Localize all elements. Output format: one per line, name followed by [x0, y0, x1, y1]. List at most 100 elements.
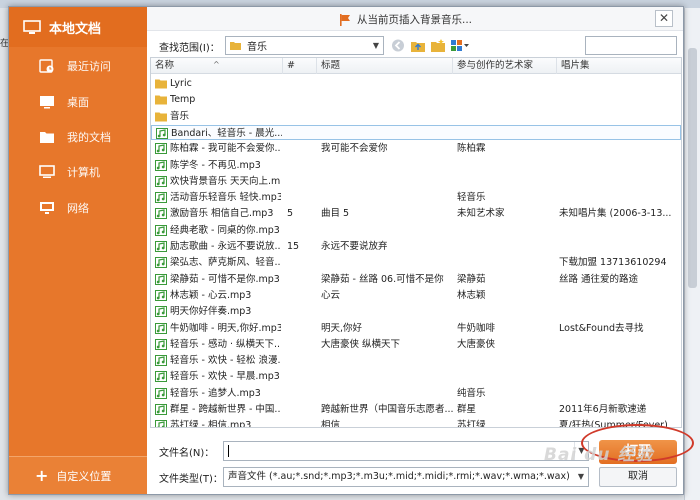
audio-file-icon — [155, 224, 167, 236]
cell-name: Bandari、轻音乐 - 晨光... — [156, 126, 282, 141]
folder-icon — [155, 78, 167, 89]
cell-name: 梁静茹 - 可惜不是你.mp3 — [155, 272, 281, 287]
flag-icon — [340, 13, 350, 26]
file-name: 轻音乐 - 欢快 - 轻松 浪漫... — [170, 355, 281, 367]
file-row[interactable]: 群星 - 跨越新世界 - 中国... 跨越新世界（中国音乐志愿者... 群星 2011… — [151, 402, 681, 417]
folder-row[interactable]: Temp — [151, 92, 681, 107]
up-folder-icon[interactable] — [410, 38, 426, 53]
cell-name: 轻音乐 - 追梦人.mp3 — [155, 386, 281, 401]
sidebar-item-computer[interactable]: 计算机 — [9, 158, 147, 186]
search-input[interactable] — [585, 36, 677, 55]
folder-icon — [39, 130, 55, 144]
file-name: Bandari、轻音乐 - 晨光... — [171, 127, 282, 139]
file-row[interactable]: 梁静茹 - 可惜不是你.mp3 梁静茹 - 丝路 06.可惜不是你 梁静茹 丝路 通往… — [151, 272, 681, 287]
sidebar-item-label: 计算机 — [67, 166, 100, 179]
file-row[interactable]: 励志歌曲 - 永远不要说放... 15 永远不要说放弃 — [151, 239, 681, 254]
filetype-select[interactable]: 声音文件 (*.au;*.snd;*.mp3;*.m3u;*.mid;*.mid… — [223, 467, 589, 487]
cell-title: 心云 — [321, 289, 341, 301]
desktop-icon — [39, 95, 55, 109]
cell-name: 陈学冬 - 不再见.mp3 — [155, 158, 281, 173]
file-row[interactable]: 轻音乐 - 追梦人.mp3 纯音乐 — [151, 386, 681, 401]
audio-file-icon — [155, 208, 167, 220]
folder-icon — [230, 42, 241, 50]
audio-file-icon — [155, 371, 167, 383]
close-button[interactable]: ✕ — [655, 10, 673, 27]
filename-label: 文件名(N)： — [159, 448, 215, 459]
sidebar-header: 本地文档 — [9, 7, 147, 47]
new-folder-icon[interactable] — [430, 38, 446, 53]
monitor-icon — [23, 19, 41, 34]
file-row[interactable]: 苏打绿 - 相信.mp3 相信 苏打绿 夏/狂热(Summer/Fever) — [151, 418, 681, 427]
cell-artist: 未知艺术家 — [457, 208, 505, 220]
cell-name: 明天你好伴奏.mp3 — [155, 304, 281, 319]
file-row[interactable]: 牛奶咖啡 - 明天,你好.mp3 明天,你好 牛奶咖啡 Lost&Found去寻找 — [151, 321, 681, 336]
cell-artist: 陈柏霖 — [457, 143, 486, 155]
file-row[interactable]: 活动音乐轻音乐 轻快.mp3 轻音乐 — [151, 190, 681, 205]
column-title[interactable]: 标题 — [317, 58, 453, 74]
cancel-button[interactable]: 取消 — [599, 467, 677, 487]
file-row[interactable]: 梁弘志、萨克斯风、轻音... 下载加盟 13713610294 — [151, 255, 681, 270]
sort-up-icon: ^ — [213, 60, 220, 69]
folder-icon — [155, 111, 167, 122]
folder-row[interactable]: 音乐 — [151, 109, 681, 124]
cell-name: Temp — [155, 92, 281, 107]
audio-file-icon — [155, 175, 167, 187]
file-row[interactable]: 陈柏霖 - 我可能不会爱你... 我可能不会爱你 陈柏霖 — [151, 141, 681, 156]
lookin-select[interactable]: 音乐 ▼ — [225, 36, 384, 55]
sidebar-item-desktop[interactable]: 桌面 — [9, 88, 147, 116]
cell-album: Lost&Found去寻找 — [559, 322, 644, 334]
back-icon[interactable] — [390, 38, 406, 53]
file-row[interactable]: 林志颖 - 心云.mp3 心云 林志颖 — [151, 288, 681, 303]
file-name: 明天你好伴奏.mp3 — [170, 306, 252, 318]
sidebar-title: 本地文档 — [49, 21, 102, 37]
file-row[interactable]: 明天你好伴奏.mp3 — [151, 304, 681, 319]
cell-name: 经典老歌 - 同桌的你.mp3 — [155, 223, 281, 238]
text-caret — [228, 445, 229, 457]
cell-title: 曲目 5 — [321, 208, 350, 220]
file-row[interactable]: 轻音乐 - 欢快 - 早晨.mp3 — [151, 369, 681, 384]
audio-file-icon — [155, 257, 167, 269]
cell-name: 音乐 — [155, 109, 281, 124]
sidebar-item-label: 桌面 — [67, 96, 89, 109]
cell-title: 大唐豪侠 纵横天下 — [321, 338, 401, 350]
cell-number: 5 — [287, 208, 294, 220]
cell-artist: 林志颖 — [457, 289, 486, 301]
audio-file-icon — [155, 241, 167, 252]
plus-icon: + — [35, 466, 49, 485]
column-name[interactable]: 名称 ^ — [151, 58, 283, 74]
file-name: 轻音乐 - 欢快 - 早晨.mp3 — [170, 371, 280, 383]
folder-row[interactable]: Lyric — [151, 76, 681, 91]
sidebar-item-recent[interactable]: 最近访问 — [9, 52, 147, 80]
file-row[interactable]: 轻音乐 - 欢快 - 轻松 浪漫... — [151, 353, 681, 368]
file-name: 激励音乐 相信自己.mp3 — [170, 208, 274, 220]
audio-file-icon — [155, 306, 167, 318]
cell-title: 跨越新世界（中国音乐志愿者... — [321, 404, 453, 415]
title-bar: 从当前页插入背景音乐... ✕ — [147, 7, 683, 31]
filetype-value: 声音文件 (*.au;*.snd;*.mp3;*.m3u;*.mid;*.mid… — [228, 471, 570, 482]
cell-title: 我可能不会爱你 — [321, 143, 388, 155]
cell-name: 轻音乐 - 感动 · 纵横天下... — [155, 337, 281, 352]
network-icon — [39, 201, 55, 215]
file-list: 名称 ^ # 标题 参与创作的艺术家 唱片集 Lyric Temp 音乐 Bandari… — [150, 57, 682, 428]
cell-artist: 牛奶咖啡 — [457, 322, 496, 334]
file-row[interactable]: 轻音乐 - 感动 · 纵横天下... 大唐豪侠 纵横天下 大唐豪侠 — [151, 337, 681, 352]
file-row[interactable]: 经典老歌 - 同桌的你.mp3 — [151, 223, 681, 238]
cell-artist: 大唐豪侠 — [457, 338, 496, 350]
audio-file-icon — [155, 289, 167, 301]
filename-input[interactable]: ▼ — [223, 441, 589, 461]
file-row[interactable]: 欢快背景音乐 天天向上.m... — [151, 174, 681, 189]
file-row[interactable]: Bandari、轻音乐 - 晨光... — [151, 124, 681, 141]
column-album[interactable]: 唱片集 — [557, 58, 681, 74]
sidebar-item-network[interactable]: 网络 — [9, 194, 147, 222]
sidebar-item-label: 最近访问 — [67, 60, 111, 73]
file-row[interactable]: 激励音乐 相信自己.mp3 5 曲目 5 未知艺术家 未知唱片集 (2006-3-13.… — [151, 206, 681, 221]
custom-location-button[interactable]: + 自定义位置 — [9, 456, 147, 494]
file-row[interactable]: 陈学冬 - 不再见.mp3 — [151, 158, 681, 173]
column-number[interactable]: # — [283, 58, 317, 74]
chevron-down-icon: ▼ — [574, 468, 588, 486]
cell-name: Lyric — [155, 76, 281, 91]
sidebar-item-folder[interactable]: 我的文档 — [9, 123, 147, 151]
background-text: 在 — [0, 39, 10, 49]
view-menu-icon[interactable] — [450, 38, 470, 53]
column-artist[interactable]: 参与创作的艺术家 — [453, 58, 557, 74]
